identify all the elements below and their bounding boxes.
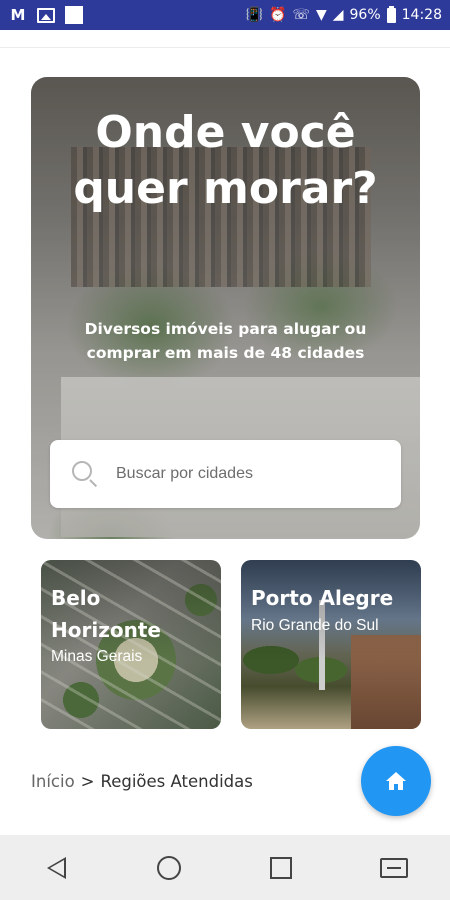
battery-icon [386,5,396,23]
vibrate-icon: 📳 [245,7,263,23]
status-left-icons: M [8,6,84,24]
city-state: Rio Grande do Sul [251,617,379,634]
battery-percent: 96% [349,7,381,23]
hero-banner: Onde você quer morar? Diversos imóveis p… [31,77,420,539]
breadcrumb-separator: > [80,772,95,791]
city-name: Belo Horizonte [51,586,161,642]
system-nav-bar [0,835,450,900]
breadcrumb: Início > Regiões Atendidas [31,772,253,791]
hero-subtitle: Diversos imóveis para alugar ou comprar … [84,320,367,362]
city-name: Porto Alegre [251,586,394,610]
back-icon [46,856,66,879]
breadcrumb-current: Regiões Atendidas [100,772,253,791]
status-time: 14:28 [401,7,442,23]
nav-back-button[interactable] [31,843,81,893]
breadcrumb-home-link[interactable]: Início [31,772,75,791]
city-state: Minas Gerais [51,648,143,665]
alarm-icon: ⏰ [269,7,287,23]
search-input[interactable] [116,465,366,483]
nav-recents-button[interactable] [256,843,306,893]
city-card-porto-alegre[interactable]: Porto Alegre Rio Grande do Sul [241,560,421,729]
city-card-belo-horizonte[interactable]: Belo Horizonte Minas Gerais [41,560,221,729]
switch-app-icon [379,857,408,878]
signal-icon: ◢ [332,7,344,23]
square-icon [64,6,84,24]
nav-home-button[interactable] [144,843,194,893]
home-fab-button[interactable] [361,746,431,816]
recents-icon [270,856,293,879]
home-circle-icon [156,855,181,880]
wifi-icon: ▼ [315,7,327,23]
wifi-call-icon: ☏ [292,7,310,23]
status-right-icons: 📳 ⏰ ☏ ▼ ◢ 96% 14:28 [245,5,442,23]
search-box[interactable] [50,440,401,508]
photo-icon [36,6,56,24]
gmail-icon: M [10,6,26,24]
top-app-strip [0,30,450,48]
status-bar: M 📳 ⏰ ☏ ▼ ◢ 96% 14:28 [0,0,450,30]
home-icon [386,772,406,790]
hero-title: Onde você quer morar? [73,107,378,214]
nav-switch-button[interactable] [369,843,419,893]
search-icon [72,461,98,488]
